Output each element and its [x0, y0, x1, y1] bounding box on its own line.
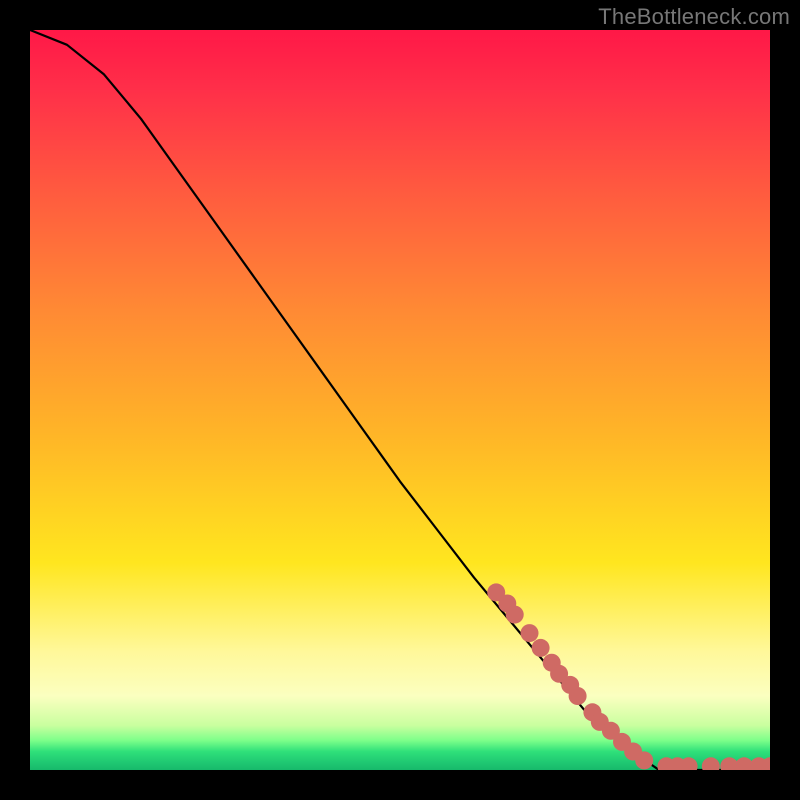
chart-marker [506, 606, 524, 624]
plot-area [30, 30, 770, 770]
watermark-text: TheBottleneck.com [598, 4, 790, 30]
chart-marker [521, 624, 539, 642]
chart-frame: TheBottleneck.com [0, 0, 800, 800]
chart-marker [702, 757, 720, 770]
chart-markers [487, 583, 770, 770]
plot-overlay-svg [30, 30, 770, 770]
chart-marker [532, 639, 550, 657]
chart-curve [30, 30, 770, 770]
chart-marker [569, 687, 587, 705]
chart-marker [635, 751, 653, 769]
